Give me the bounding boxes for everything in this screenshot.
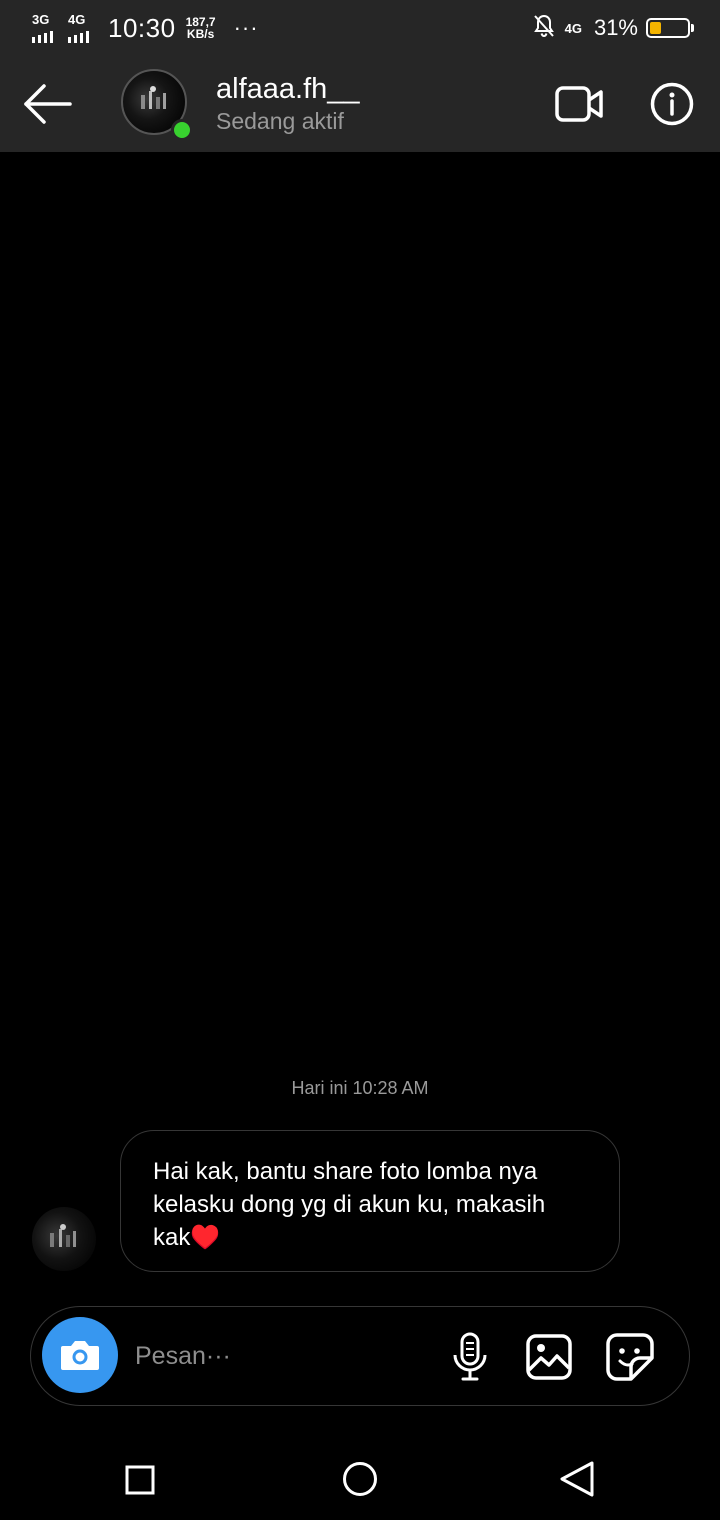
signal-3g-icon: 3G xyxy=(32,13,64,43)
back-arrow-icon xyxy=(24,84,72,124)
back-icon xyxy=(560,1461,594,1497)
chat-username[interactable]: alfaaa.fh__ xyxy=(216,72,360,106)
video-call-button[interactable] xyxy=(555,86,605,122)
info-icon xyxy=(650,82,694,126)
speed-unit: KB/s xyxy=(186,27,215,41)
network-speed: 187,7 KB/s xyxy=(186,16,216,40)
microphone-icon xyxy=(453,1332,487,1381)
mobile-data-label: 4G xyxy=(564,20,582,36)
chat-header: alfaaa.fh__ Sedang aktif xyxy=(0,56,720,152)
sender-avatar[interactable] xyxy=(32,1207,96,1271)
back-button[interactable] xyxy=(22,82,74,126)
recent-apps-button[interactable] xyxy=(124,1464,156,1496)
sticker-button[interactable] xyxy=(605,1332,655,1382)
signal-4g-icon: 4G xyxy=(68,13,100,43)
network-label-2: 4G xyxy=(68,12,86,27)
heart-emoji: ♥️ xyxy=(190,1224,221,1251)
bell-muted-icon xyxy=(533,14,555,43)
camera-icon xyxy=(61,1341,99,1370)
info-button[interactable] xyxy=(650,82,694,126)
message-bubble[interactable]: Hai kak, bantu share foto lomba nya kela… xyxy=(120,1130,620,1272)
status-bar: 3G 4G 10:30 187,7 KB/s ··· 4G 31% xyxy=(0,0,720,56)
sticker-icon xyxy=(606,1333,654,1381)
system-nav-bar xyxy=(0,1430,720,1520)
gallery-icon xyxy=(526,1334,572,1380)
battery-percent: 31% xyxy=(593,15,638,40)
camera-button[interactable] xyxy=(42,1317,118,1393)
voice-message-button[interactable] xyxy=(449,1331,491,1383)
home-icon xyxy=(343,1462,377,1496)
recent-apps-icon xyxy=(125,1465,155,1495)
network-label-1: 3G xyxy=(32,12,50,27)
video-call-icon xyxy=(555,86,603,122)
profile-avatar[interactable] xyxy=(121,69,193,141)
online-indicator xyxy=(171,119,193,141)
message-input[interactable] xyxy=(133,1335,417,1377)
battery-icon xyxy=(646,18,694,38)
more-notifications: ··· xyxy=(233,15,259,40)
clock: 10:30 xyxy=(108,12,176,43)
nav-back-button[interactable] xyxy=(558,1460,596,1498)
message-timestamp: Hari ini 10:28 AM xyxy=(291,1078,429,1098)
message-composer xyxy=(30,1306,690,1406)
home-button[interactable] xyxy=(342,1461,378,1497)
active-status: Sedang aktif xyxy=(216,108,344,134)
gallery-button[interactable] xyxy=(525,1333,573,1381)
